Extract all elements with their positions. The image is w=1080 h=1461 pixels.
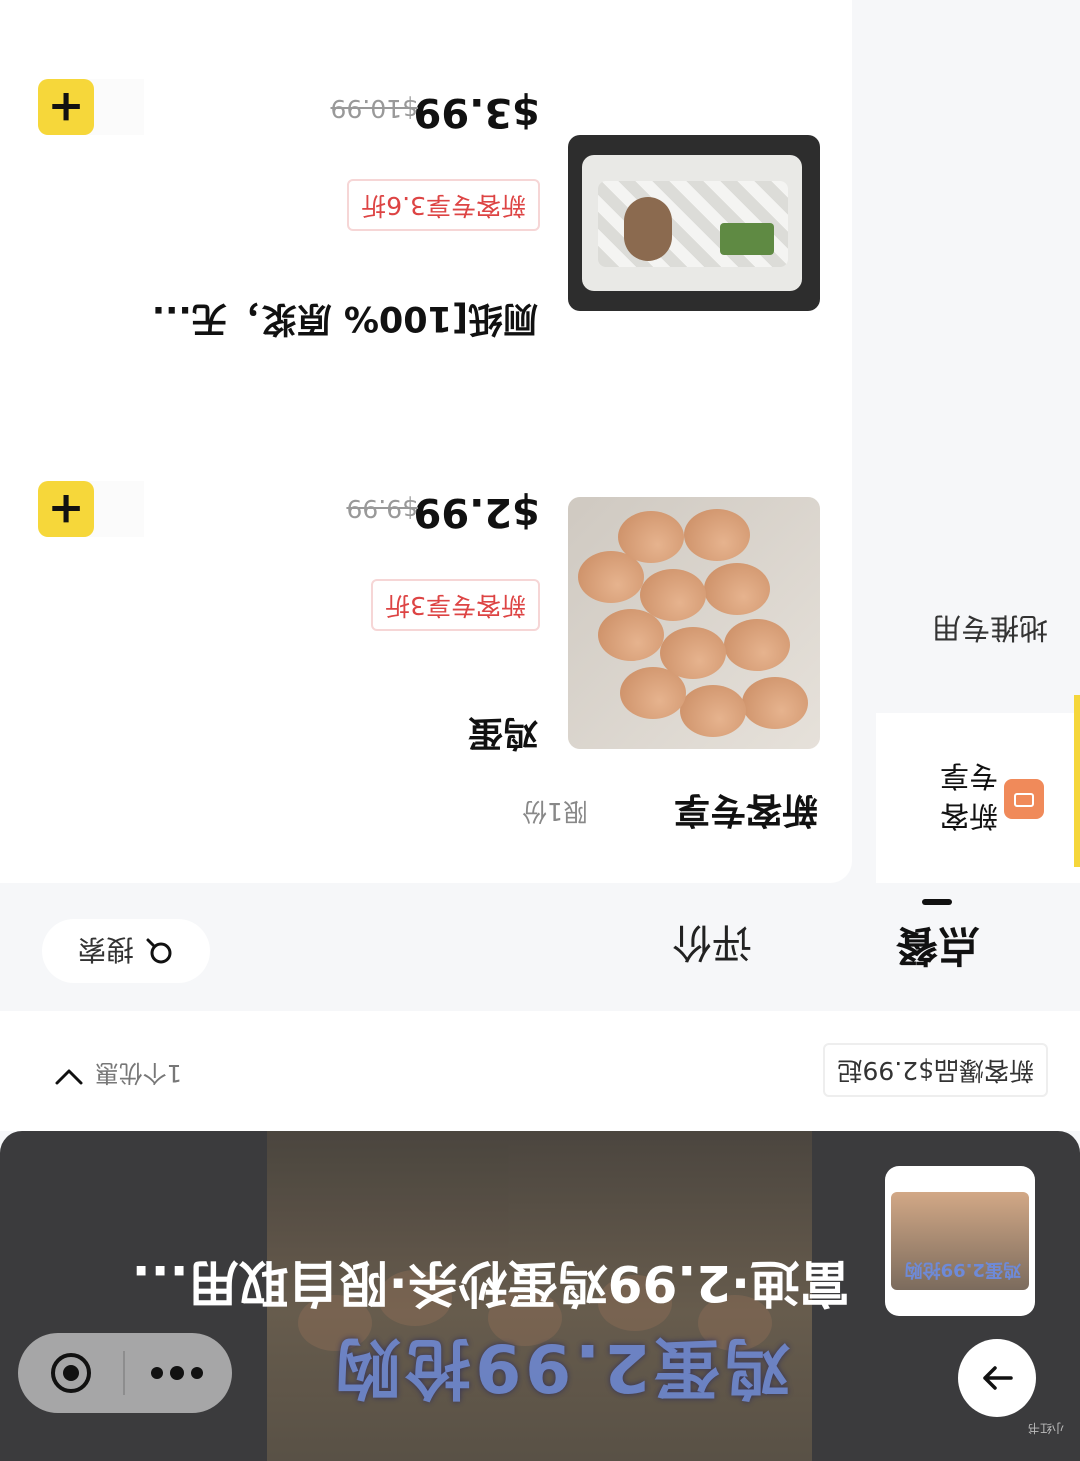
store-thumbnail[interactable]: 鸡蛋2.99抢购	[885, 1166, 1035, 1316]
search-label: 搜索	[78, 933, 135, 966]
active-category-bar	[1074, 695, 1080, 867]
section-title: 新客专享	[673, 789, 818, 830]
more-dots-icon	[151, 1366, 203, 1380]
back-button[interactable]	[958, 1339, 1036, 1417]
search-icon	[146, 938, 172, 964]
add-to-cart-button[interactable]: +	[38, 79, 94, 135]
product-price: $2.99	[413, 489, 540, 535]
original-price: $9.99	[346, 494, 418, 523]
capsule-divider	[123, 1351, 125, 1395]
sidebar-item-promoter[interactable]: 地推专用	[932, 609, 1048, 651]
close-miniprogram-button[interactable]	[36, 1349, 106, 1397]
product-image-toilet-paper[interactable]	[568, 135, 820, 311]
target-record-icon	[51, 1353, 91, 1393]
product-name[interactable]: 鸡蛋	[468, 710, 538, 761]
app-screen: 鸡蛋2.99抢购 富迪·2.99鸡蛋秒杀·限自取用... 鸡蛋2.99抢购 新客…	[0, 0, 1080, 1461]
hero-caption: 鸡蛋2.99抢购	[331, 1329, 790, 1406]
mini-program-capsule	[18, 1333, 232, 1413]
product-name[interactable]: 厕纸[100% 原浆，无...	[152, 296, 538, 347]
thumbnail-caption: 鸡蛋2.99抢购	[904, 1259, 1021, 1280]
original-price: $10.99	[330, 94, 418, 123]
sidebar-item-label: 新客专享	[939, 759, 998, 833]
product-image-eggs[interactable]	[568, 497, 820, 749]
search-button[interactable]: 搜索	[42, 919, 210, 983]
bus-icon	[1004, 779, 1044, 819]
promo-tag[interactable]: 新客爆品$2.99起	[823, 1043, 1048, 1097]
active-tab-indicator	[922, 899, 952, 905]
more-button[interactable]	[142, 1353, 212, 1393]
tab-review[interactable]: 评价	[672, 917, 752, 975]
tab-order[interactable]: 点餐	[896, 918, 980, 979]
store-title: 富迪·2.99鸡蛋秒杀·限自取用...	[131, 1254, 850, 1312]
store-header: 鸡蛋2.99抢购 富迪·2.99鸡蛋秒杀·限自取用... 鸡蛋2.99抢购	[0, 1131, 1080, 1461]
add-to-cart-button[interactable]: +	[38, 481, 94, 537]
arrow-right-icon	[983, 1366, 1013, 1390]
chevron-down-icon[interactable]	[54, 1067, 84, 1087]
discount-tag: 新客专享3折	[371, 579, 540, 631]
watermark: 小红书	[1027, 1421, 1064, 1435]
product-price: $3.99	[413, 89, 540, 135]
promo-count[interactable]: 1个优惠	[95, 1058, 182, 1093]
discount-tag: 新客专享3.6折	[347, 179, 540, 231]
section-limit: 限1份	[522, 797, 588, 826]
